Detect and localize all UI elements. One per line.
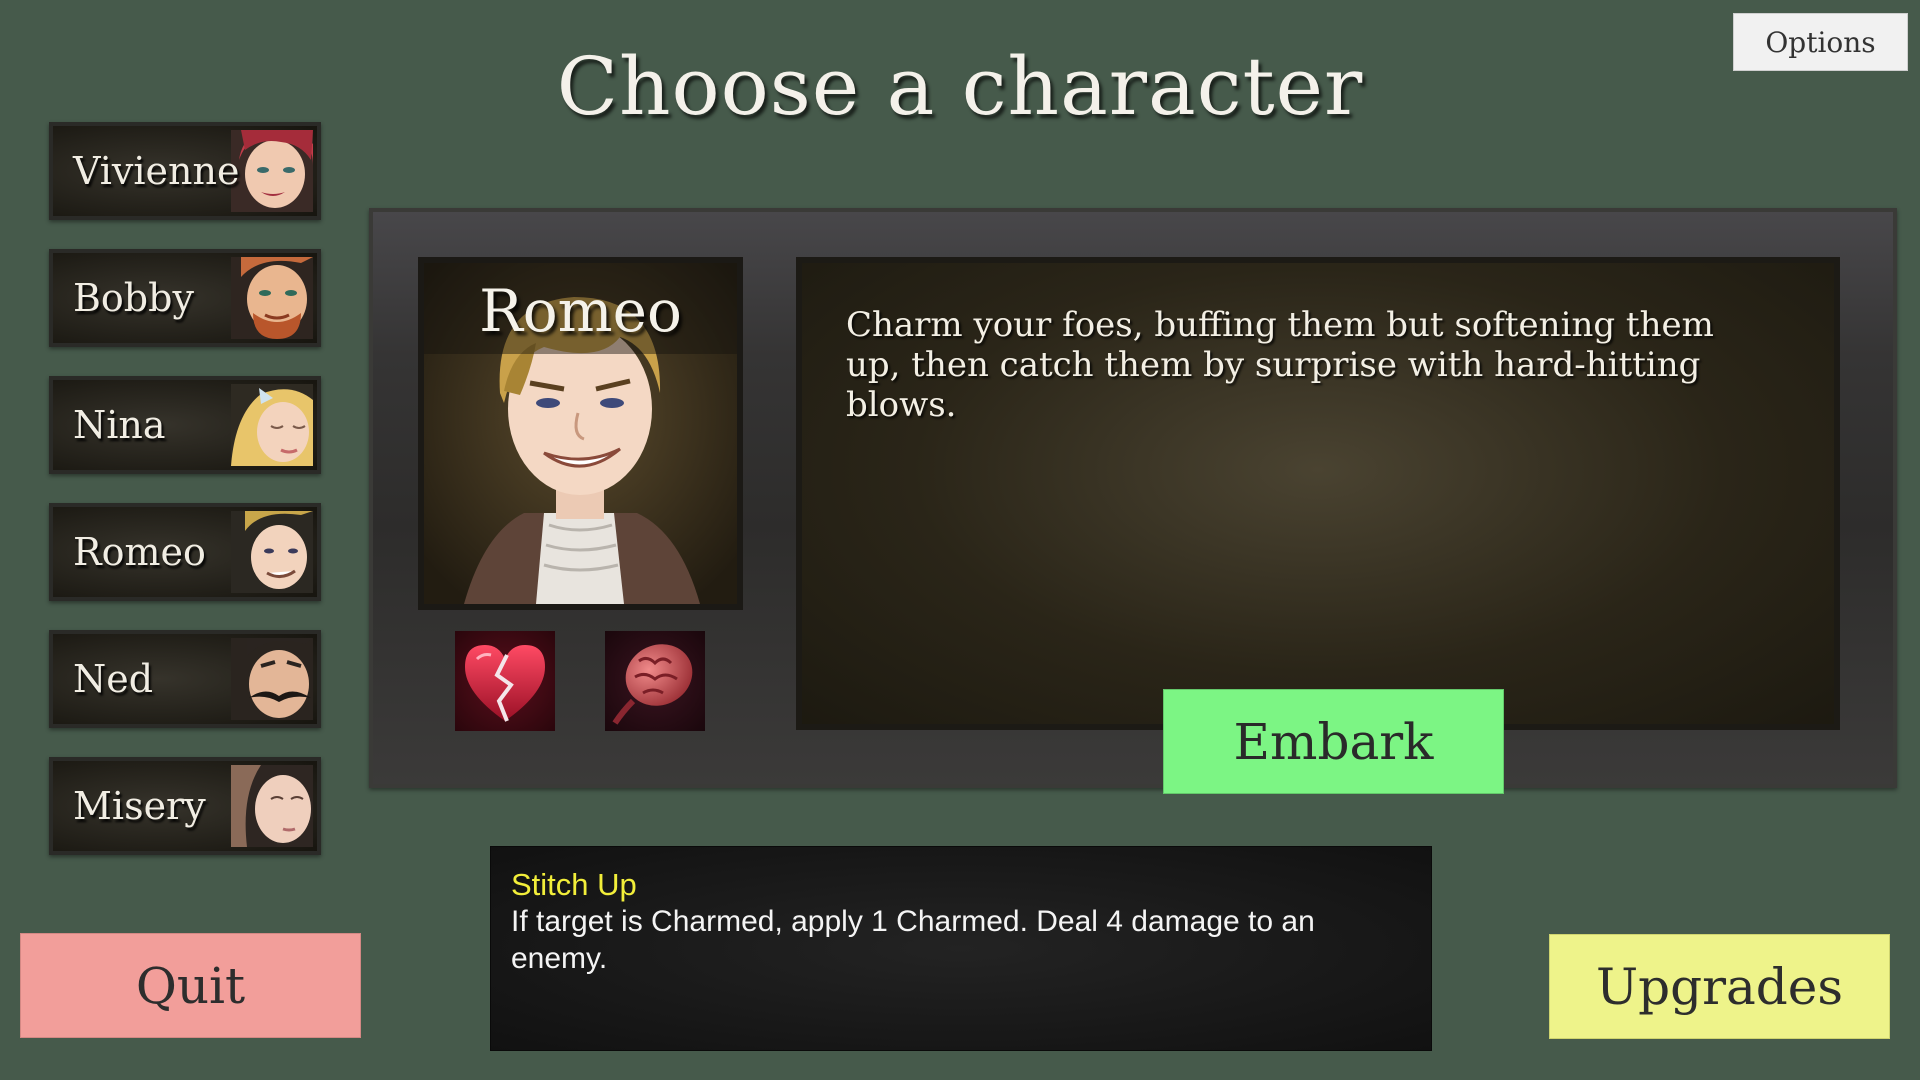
character-name: Vivienne — [73, 149, 240, 193]
character-name: Romeo — [73, 530, 206, 574]
options-button[interactable]: Options — [1733, 13, 1908, 71]
tooltip-title: Stitch Up — [511, 867, 637, 902]
upgrades-button[interactable]: Upgrades — [1549, 934, 1890, 1039]
selected-character-name: Romeo — [479, 277, 682, 345]
selected-character-portrait: Romeo — [418, 257, 743, 610]
bobby-portrait-icon — [231, 257, 313, 339]
character-button-vivienne[interactable]: Vivienne — [49, 122, 321, 220]
ned-portrait-icon — [231, 638, 313, 720]
quit-button[interactable]: Quit — [20, 933, 361, 1038]
page-title: Choose a character — [556, 40, 1364, 133]
romeo-portrait-icon — [231, 511, 313, 593]
character-description: Charm your foes, buffing them but soften… — [846, 305, 1714, 425]
nina-portrait-icon — [231, 384, 313, 466]
character-button-nina[interactable]: Nina — [49, 376, 321, 474]
brain-icon[interactable] — [605, 631, 705, 731]
character-name: Misery — [73, 784, 206, 828]
character-description-box: Charm your foes, buffing them but soften… — [796, 257, 1840, 730]
character-name: Ned — [73, 657, 154, 701]
character-name: Nina — [73, 403, 166, 447]
embark-button[interactable]: Embark — [1163, 689, 1504, 794]
character-name: Bobby — [73, 276, 194, 320]
character-button-romeo[interactable]: Romeo — [49, 503, 321, 601]
broken-heart-icon[interactable] — [455, 631, 555, 731]
vivienne-portrait-icon — [231, 130, 313, 212]
card-tooltip: Stitch Up If target is Charmed, apply 1 … — [490, 846, 1432, 1051]
character-button-bobby[interactable]: Bobby — [49, 249, 321, 347]
tooltip-body: If target is Charmed, apply 1 Charmed. D… — [511, 905, 1315, 975]
misery-portrait-icon — [231, 765, 313, 847]
character-button-misery[interactable]: Misery — [49, 757, 321, 855]
character-button-ned[interactable]: Ned — [49, 630, 321, 728]
